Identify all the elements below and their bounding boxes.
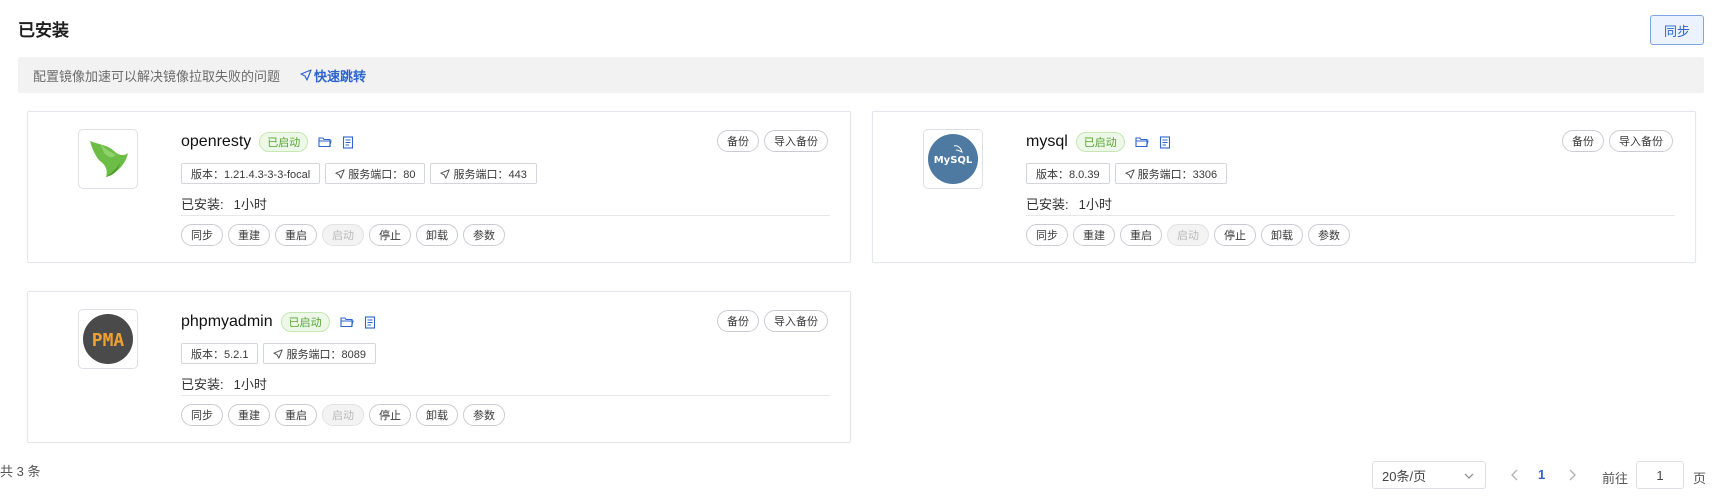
port-tag[interactable]: 服务端口：3306 [1114,163,1228,184]
installed-info: 已安装: 1小时 [1026,194,1112,213]
log-icon[interactable] [1159,135,1171,149]
sync-app-button[interactable]: 同步 [1026,224,1068,246]
port-label: 服务端口：3306 [1137,168,1218,181]
version-tag: 版本：5.2.1 [181,343,259,364]
log-icon[interactable] [364,315,376,329]
send-icon [335,168,345,179]
sync-app-button[interactable]: 同步 [181,224,223,246]
uninstall-button[interactable]: 卸载 [416,224,458,246]
page-title: 已安装 [18,21,69,40]
status-badge: 已启动 [1075,132,1125,152]
send-icon [300,69,312,81]
installed-time: 1小时 [1078,197,1112,212]
notice-text: 配置镜像加速可以解决镜像拉取失败的问题 [33,68,281,84]
port-tag[interactable]: 服务端口：443 [430,163,537,184]
import-backup-button[interactable]: 导入备份 [1609,130,1673,152]
app-card-mysql: MySQL mysql 已启动 备份 导入备份 版本：8.0.39 服务端口：3… [872,111,1696,263]
params-button[interactable]: 参数 [1308,224,1350,246]
openresty-logo [78,129,138,189]
port-label: 服务端口：8089 [286,348,366,361]
port-tag[interactable]: 服务端口：80 [325,163,426,184]
app-name: phpmyadmin [181,313,273,330]
installed-label: 已安装: [181,197,224,212]
page-number-current[interactable]: 1 [1538,467,1545,482]
pagination-total: 共 3 条 [0,464,41,479]
goto-label: 前往 [1602,471,1629,486]
phpmyadmin-logo: PMA [78,309,138,369]
stop-button[interactable]: 停止 [1214,224,1256,246]
divider [181,215,830,216]
backup-button[interactable]: 备份 [717,310,759,332]
backup-button[interactable]: 备份 [717,130,759,152]
mysql-logo: MySQL [923,129,983,189]
stop-button[interactable]: 停止 [369,404,411,426]
send-icon [1124,168,1135,179]
rebuild-button[interactable]: 重建 [228,224,270,246]
mirror-notice: 配置镜像加速可以解决镜像拉取失败的问题 快速跳转 [18,57,1704,93]
app-name: mysql [1026,133,1068,150]
version-tag: 版本：8.0.39 [1026,163,1110,184]
status-badge: 已启动 [259,132,309,152]
port-label: 服务端口：443 [453,168,527,181]
params-button[interactable]: 参数 [463,404,505,426]
folder-icon[interactable] [318,136,332,148]
start-button: 启动 [1167,224,1209,246]
chevron-left-icon[interactable] [1509,468,1521,482]
stop-button[interactable]: 停止 [369,224,411,246]
import-backup-button[interactable]: 导入备份 [764,130,828,152]
import-backup-button[interactable]: 导入备份 [764,310,828,332]
installed-time: 1小时 [233,197,267,212]
sync-button[interactable]: 同步 [1650,15,1704,45]
installed-label: 已安装: [181,377,224,392]
params-button[interactable]: 参数 [463,224,505,246]
folder-icon[interactable] [1135,136,1149,148]
mysql-logo-text: MySQL [934,155,973,166]
app-card-phpmyadmin: PMA phpmyadmin 已启动 备份 导入备份 版本：5.2.1 服务端口… [27,291,851,443]
rebuild-button[interactable]: 重建 [228,404,270,426]
goto-page-input[interactable] [1636,461,1684,489]
quick-jump-label: 快速跳转 [314,68,367,84]
folder-icon[interactable] [340,316,354,328]
restart-button[interactable]: 重启 [275,404,317,426]
installed-info: 已安装: 1小时 [181,194,267,213]
uninstall-button[interactable]: 卸载 [1261,224,1303,246]
divider [181,395,830,396]
installed-label: 已安装: [1026,197,1069,212]
rebuild-button[interactable]: 重建 [1073,224,1115,246]
uninstall-button[interactable]: 卸载 [416,404,458,426]
version-tag: 版本：1.21.4.3-3-3-focal [181,163,321,184]
send-icon [273,348,284,359]
start-button: 启动 [322,404,364,426]
page-size-select[interactable]: 20条/页 [1372,461,1486,489]
goto-suffix: 页 [1693,471,1707,486]
log-icon[interactable] [342,135,354,149]
chevron-right-icon[interactable] [1566,468,1578,482]
quick-jump-link[interactable]: 快速跳转 [300,66,366,85]
port-tag[interactable]: 服务端口：8089 [263,343,376,364]
app-name: openresty [181,133,252,150]
sync-app-button[interactable]: 同步 [181,404,223,426]
restart-button[interactable]: 重启 [1120,224,1162,246]
installed-time: 1小时 [233,377,267,392]
port-label: 服务端口：80 [348,168,416,181]
app-card-openresty: openresty 已启动 备份 导入备份 版本：1.21.4.3-3-3-fo… [27,111,851,263]
divider [1026,215,1675,216]
status-badge: 已启动 [280,312,330,332]
chevron-down-icon [1464,473,1474,479]
installed-info: 已安装: 1小时 [181,374,267,393]
restart-button[interactable]: 重启 [275,224,317,246]
page-size-value: 20条/页 [1382,468,1427,484]
send-icon [440,168,451,179]
backup-button[interactable]: 备份 [1562,130,1604,152]
pma-logo-text: PMA [92,330,125,351]
start-button: 启动 [322,224,364,246]
